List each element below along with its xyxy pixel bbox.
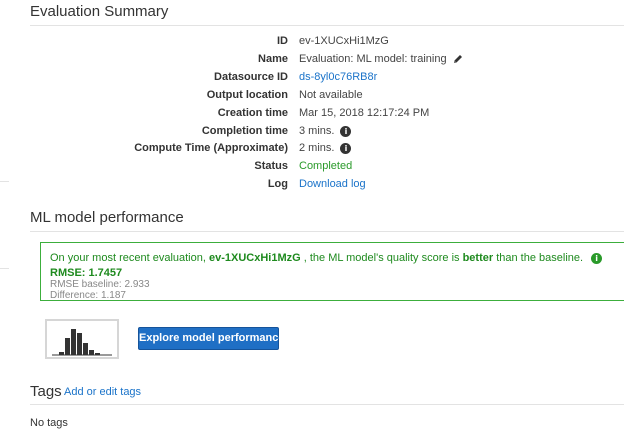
performance-title: ML model performance [30,209,184,226]
rmse-value: RMSE: 1.7457 [50,267,123,279]
name-label: Name [258,53,288,65]
tags-divider [30,404,624,405]
compute-time-value: 2 mins. i [299,142,352,154]
alert-emphasis: better [462,252,494,264]
summary-title: Evaluation Summary [30,3,169,20]
info-icon[interactable]: i [340,125,352,137]
performance-divider [30,231,624,232]
rmse-difference: Difference: 1.187 [50,290,126,301]
status-label: Status [254,160,288,172]
summary-divider [30,25,624,26]
completion-time-label: Completion time [201,125,288,137]
datasource-id-value[interactable]: ds-8yl0c76RB8r [299,71,377,83]
alert-eval-id: ev-1XUCxHi1MzG [208,252,301,264]
alert-message: On your most recent evaluation, ev-1XUCx… [50,252,603,264]
id-label: ID [277,35,288,47]
explore-model-performance-button[interactable]: Explore model performance [138,327,285,350]
status-value: Completed [299,160,352,172]
log-label: Log [267,178,288,190]
compute-time-label: Compute Time (Approximate) [134,142,288,154]
info-icon[interactable]: i [591,252,603,264]
creation-time-label: Creation time [217,107,288,119]
log-value[interactable]: Download log [299,178,366,190]
completion-time-value: 3 mins. i [299,125,352,137]
rmse-baseline: RMSE baseline: 2.933 [50,279,150,290]
no-tags-text: No tags [30,417,68,429]
evaluation-alert: On your most recent evaluation, ev-1XUCx… [40,242,624,301]
histogram-icon [52,329,112,356]
name-value: Evaluation: ML model: training [299,53,463,65]
left-panel-divider [0,181,9,182]
add-edit-tags-link[interactable]: Add or edit tags [64,386,141,398]
creation-time-value: Mar 15, 2018 12:17:24 PM [299,107,430,119]
performance-histogram-thumbnail[interactable] [45,319,119,359]
tags-title: Tags [30,383,62,400]
datasource-id-label: Datasource ID [214,71,288,83]
pencil-icon[interactable] [453,54,463,64]
info-icon[interactable]: i [340,142,352,154]
id-value: ev-1XUCxHi1MzG [299,35,389,47]
datasource-id-link[interactable]: ds-8yl0c76RB8r [299,71,377,83]
download-log-link[interactable]: Download log [299,178,366,190]
output-location-label: Output location [206,89,288,101]
left-panel-divider [0,268,9,269]
output-location-value: Not available [299,89,363,101]
status-badge: Completed [299,160,353,172]
